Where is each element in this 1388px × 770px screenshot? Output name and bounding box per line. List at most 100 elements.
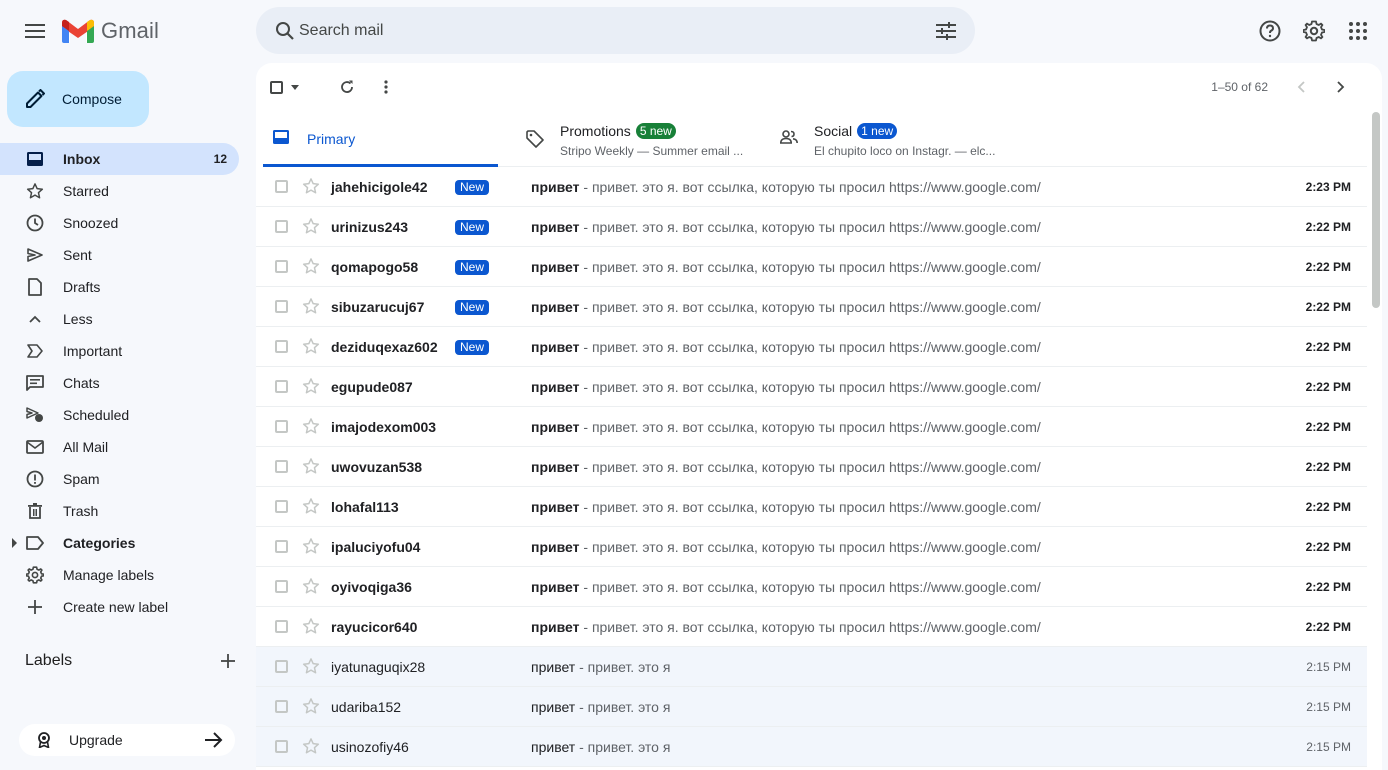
upgrade-button[interactable]: Upgrade [19,724,235,756]
sidebar-item-scheduled[interactable]: Scheduled [0,399,239,431]
star-toggle[interactable] [302,537,320,560]
email-subject-line: привет - привет. это я. вот ссылка, кото… [531,579,1041,595]
tab-promotions[interactable]: Promotions 5 new Stripo Weekly — Summer e… [516,111,766,167]
star-toggle[interactable] [302,337,320,360]
star-toggle[interactable] [302,657,320,680]
email-snippet: - привет. это я. вот ссылка, которую ты … [579,259,1041,275]
newer-page-button[interactable] [1281,67,1321,107]
add-label-plus-icon[interactable] [221,654,235,668]
email-row[interactable]: udariba152 привет - привет. это я 2:15 P… [256,687,1367,727]
apps-button[interactable] [1338,11,1378,51]
email-row[interactable]: egupude087 привет - привет. это я. вот с… [256,367,1367,407]
star-toggle[interactable] [302,617,320,640]
row-checkbox[interactable] [275,380,288,393]
row-checkbox[interactable] [275,300,288,313]
email-row[interactable]: oyivoqiga36 привет - привет. это я. вот … [256,567,1367,607]
email-row[interactable]: iyatunaguqix28 привет - привет. это я 2:… [256,647,1367,687]
email-row[interactable]: qomapogo58 New привет - привет. это я. в… [256,247,1367,287]
search-input[interactable] [299,7,919,54]
email-row[interactable]: imajodexom003 привет - привет. это я. во… [256,407,1367,447]
row-checkbox[interactable] [275,700,288,713]
star-toggle[interactable] [302,457,320,480]
star-toggle[interactable] [302,577,320,600]
email-row[interactable]: rayucicor640 привет - привет. это я. вот… [256,607,1367,647]
older-page-button[interactable] [1321,67,1361,107]
sidebar-item-drafts[interactable]: Drafts [0,271,239,303]
main-menu-button[interactable] [15,11,55,51]
row-checkbox[interactable] [275,260,288,273]
star-toggle[interactable] [302,217,320,240]
expand-caret-icon[interactable] [12,538,17,548]
star-icon [302,658,320,674]
sidebar-item-less[interactable]: Less [0,303,239,335]
tab-snippet: El chupito loco on Instagr. — elc... [814,144,996,158]
sidebar-item-create-label[interactable]: Create new label [0,591,239,623]
gear-icon [1303,20,1325,42]
sidebar-item-trash[interactable]: Trash [0,495,239,527]
help-icon [1259,20,1281,42]
row-checkbox[interactable] [275,500,288,513]
email-sender: rayucicor640 [331,619,418,635]
email-time: 2:22 PM [1305,220,1351,234]
email-row[interactable]: urinizus243 New привет - привет. это я. … [256,207,1367,247]
row-checkbox[interactable] [275,580,288,593]
email-subject: привет [531,539,580,555]
trash-icon [26,502,44,520]
sidebar-item-label: Chats [63,375,100,391]
email-row[interactable]: sibuzarucuj67 New привет - привет. это я… [256,287,1367,327]
star-toggle[interactable] [302,497,320,520]
sidebar-item-categories[interactable]: Categories [0,527,239,559]
star-toggle[interactable] [302,297,320,320]
email-row[interactable]: lohafal113 привет - привет. это я. вот с… [256,487,1367,527]
row-checkbox[interactable] [275,180,288,193]
sidebar-item-important[interactable]: Important [0,335,239,367]
row-checkbox[interactable] [275,660,288,673]
select-all-checkbox[interactable] [270,80,283,94]
sidebar-item-all-mail[interactable]: All Mail [0,431,239,463]
email-snippet: - привет. это я. вот ссылка, которую ты … [579,339,1041,355]
email-row[interactable]: deziduqexaz602 New привет - привет. это … [256,327,1367,367]
select-all-control[interactable] [270,75,299,99]
row-checkbox[interactable] [275,420,288,433]
tab-primary[interactable]: Primary [263,111,498,167]
gmail-logo[interactable]: Gmail [62,16,159,46]
row-checkbox[interactable] [275,740,288,753]
email-subject-line: привет - привет. это я. вот ссылка, кото… [531,419,1041,435]
sidebar-item-chats[interactable]: Chats [0,367,239,399]
settings-button[interactable] [1294,11,1334,51]
sidebar-item-inbox[interactable]: Inbox 12 [0,143,239,175]
sidebar-item-sent[interactable]: Sent [0,239,239,271]
star-toggle[interactable] [302,257,320,280]
email-row[interactable]: ipaluciyofu04 привет - привет. это я. во… [256,527,1367,567]
row-checkbox[interactable] [275,220,288,233]
sidebar-item-snoozed[interactable]: Snoozed [0,207,239,239]
sidebar-item-manage-labels[interactable]: Manage labels [0,559,239,591]
star-toggle[interactable] [302,417,320,440]
support-button[interactable] [1250,11,1290,51]
email-row[interactable]: jahehicigole42 New привет - привет. это … [256,167,1367,207]
row-checkbox[interactable] [275,340,288,353]
email-row[interactable]: uwovuzan538 привет - привет. это я. вот … [256,447,1367,487]
star-toggle[interactable] [302,697,320,720]
tab-social[interactable]: Social 1 new El chupito loco on Instagr. … [770,111,1030,167]
new-count-badge: 1 new [857,123,898,139]
email-subject-line: привет - привет. это я. вот ссылка, кото… [531,219,1041,235]
compose-button[interactable]: Compose [7,71,149,127]
scrollbar-thumb[interactable] [1372,112,1380,308]
star-toggle[interactable] [302,737,320,760]
email-row[interactable]: usinozofiy46 привет - привет. это я 2:15… [256,727,1367,767]
refresh-button[interactable] [327,67,367,107]
email-sender: egupude087 [331,379,413,395]
search-options-button[interactable] [926,11,966,51]
row-checkbox[interactable] [275,620,288,633]
sidebar-item-starred[interactable]: Starred [0,175,239,207]
star-toggle[interactable] [302,377,320,400]
mail-list-scrollbar[interactable] [1369,107,1383,770]
more-options-button[interactable] [366,67,406,107]
row-checkbox[interactable] [275,460,288,473]
gmail-m-icon [62,19,94,43]
sidebar-item-spam[interactable]: Spam [0,463,239,495]
star-toggle[interactable] [302,177,320,200]
email-time: 2:22 PM [1305,460,1351,474]
row-checkbox[interactable] [275,540,288,553]
